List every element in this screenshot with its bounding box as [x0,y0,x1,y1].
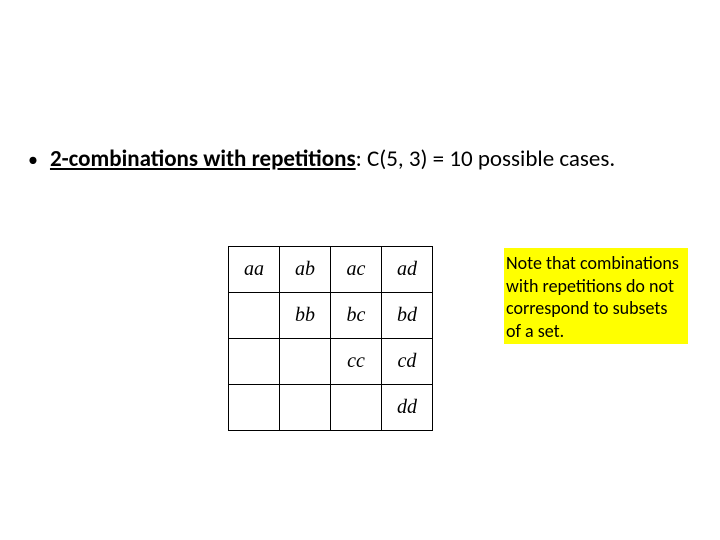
table-cell: cd [382,339,433,385]
combinations-table: aa ab ac ad bb bc bd cc cd dd [228,246,433,431]
bullet-marker: • [28,148,38,172]
table-row: aa ab ac ad [229,247,433,293]
table-cell: cc [331,339,382,385]
table-row: bb bc bd [229,293,433,339]
table-cell [229,385,280,431]
table-cell [229,293,280,339]
table-cell: ad [382,247,433,293]
bullet-emphasis: 2-combinations with repetitions [50,145,356,173]
table-row: dd [229,385,433,431]
table-cell: bd [382,293,433,339]
combinations-table-wrap: aa ab ac ad bb bc bd cc cd dd [228,246,433,431]
table-cell: aa [229,247,280,293]
table-cell: ab [280,247,331,293]
table-cell: dd [382,385,433,431]
table-cell [280,339,331,385]
table-row: cc cd [229,339,433,385]
table-cell: bb [280,293,331,339]
note-text: Note that combinations with repetitions … [506,252,679,342]
table-cell [280,385,331,431]
bullet-line: • 2-combinations with repetitions: C(5, 3… [28,146,615,174]
table-cell [331,385,382,431]
table-cell: ac [331,247,382,293]
bullet-remainder: : C(5, 3) = 10 possible cases. [356,145,615,173]
table-cell [229,339,280,385]
table-cell: bc [331,293,382,339]
note-box: Note that combinations with repetitions … [504,248,688,344]
